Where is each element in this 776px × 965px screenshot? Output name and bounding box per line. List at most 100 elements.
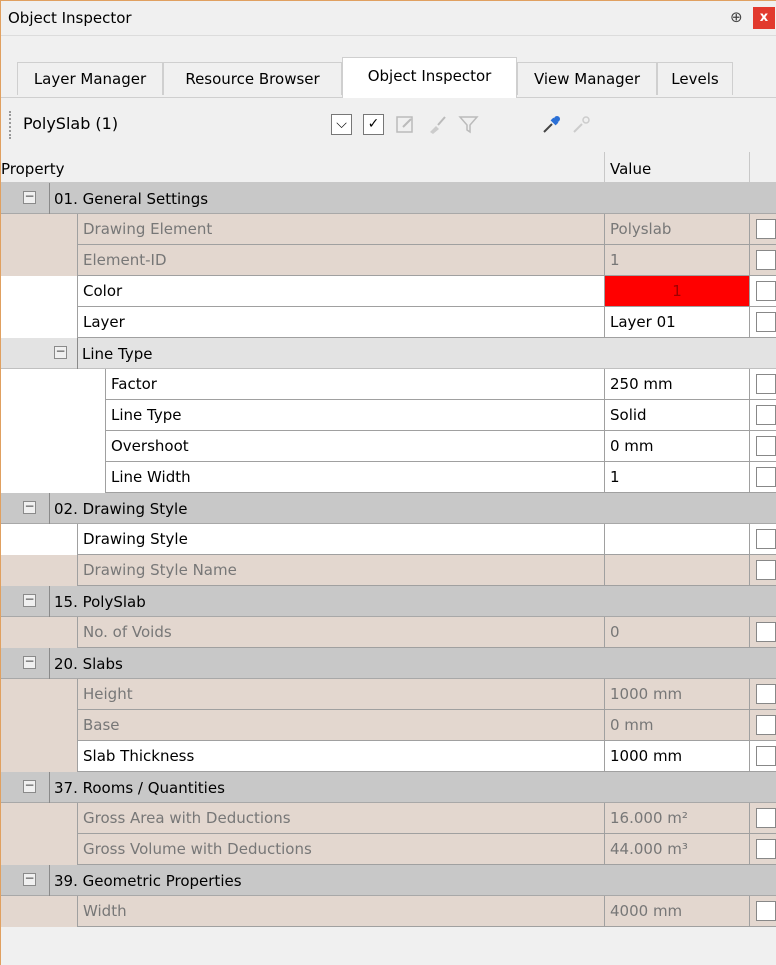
header-property[interactable]: Property	[1, 160, 64, 178]
collapse-icon[interactable]: −	[23, 500, 36, 514]
row-checkbox[interactable]	[749, 710, 776, 741]
row-checkbox[interactable]	[749, 276, 776, 307]
collapse-icon[interactable]: −	[23, 872, 36, 886]
row-checkbox[interactable]	[749, 741, 776, 772]
row-checkbox[interactable]	[749, 462, 776, 493]
collapse-icon[interactable]: −	[23, 593, 36, 607]
category-slabs[interactable]: − 20. Slabs	[1, 648, 776, 679]
category-geometric-properties[interactable]: − 39. Geometric Properties	[1, 865, 776, 896]
row-checkbox[interactable]	[749, 524, 776, 555]
tab-resource-browser[interactable]: Resource Browser	[163, 62, 342, 95]
row-element-id[interactable]: Element-ID 1	[1, 245, 776, 276]
row-gutter	[1, 369, 105, 400]
row-color[interactable]: Color 1	[1, 276, 776, 307]
edit-icon[interactable]	[395, 114, 416, 135]
tab-view-manager[interactable]: View Manager	[517, 62, 657, 95]
row-factor[interactable]: Factor 250 mm	[1, 369, 776, 400]
row-width[interactable]: Width 4000 mm	[1, 896, 776, 927]
row-checkbox[interactable]	[749, 431, 776, 462]
property-value[interactable]: Solid	[604, 400, 749, 431]
property-value: 0 mm	[604, 710, 749, 741]
property-value[interactable]	[604, 524, 749, 555]
collapse-icon[interactable]: −	[54, 345, 67, 359]
row-gross-volume[interactable]: Gross Volume with Deductions 44.000 m³	[1, 834, 776, 865]
tab-bar: Layer Manager Resource Browser Object In…	[1, 57, 776, 98]
row-gutter	[1, 524, 77, 555]
row-line-type[interactable]: Line Type Solid	[1, 400, 776, 431]
close-button[interactable]: x	[753, 7, 775, 29]
row-drawing-style[interactable]: Drawing Style	[1, 524, 776, 555]
window-title: Object Inspector	[8, 9, 132, 27]
row-checkbox[interactable]	[749, 245, 776, 276]
row-checkbox[interactable]	[749, 834, 776, 865]
category-polyslab[interactable]: − 15. PolySlab	[1, 586, 776, 617]
property-value[interactable]: Layer 01	[604, 307, 749, 338]
row-drawing-element[interactable]: Drawing Element Polyslab	[1, 214, 776, 245]
selection-title: PolySlab (1)	[23, 114, 119, 133]
row-no-of-voids[interactable]: No. of Voids 0	[1, 617, 776, 648]
row-checkbox[interactable]	[749, 803, 776, 834]
row-overshoot[interactable]: Overshoot 0 mm	[1, 431, 776, 462]
property-value	[604, 555, 749, 586]
row-gutter	[1, 555, 77, 586]
row-gutter	[1, 462, 105, 493]
category-general-settings[interactable]: − 01. General Settings	[1, 183, 776, 214]
color-value-swatch[interactable]: 1	[604, 276, 749, 307]
category-label: 15. PolySlab	[49, 586, 146, 617]
row-checkbox[interactable]	[749, 214, 776, 245]
tab-levels[interactable]: Levels	[657, 62, 733, 95]
tab-layer-manager[interactable]: Layer Manager	[17, 62, 163, 95]
property-name: Drawing Style Name	[77, 555, 604, 586]
row-slab-thickness[interactable]: Slab Thickness 1000 mm	[1, 741, 776, 772]
property-value: 16.000 m²	[604, 803, 749, 834]
row-gutter	[1, 245, 77, 276]
property-name: Line Type	[105, 400, 604, 431]
subcategory-line-type[interactable]: − Line Type	[1, 338, 776, 369]
property-value: 1	[604, 245, 749, 276]
row-checkbox[interactable]	[749, 617, 776, 648]
category-label: 37. Rooms / Quantities	[49, 772, 225, 803]
row-checkbox[interactable]	[749, 896, 776, 927]
property-name: Gross Area with Deductions	[77, 803, 604, 834]
row-gutter	[1, 307, 77, 338]
header-value[interactable]: Value	[604, 152, 749, 183]
row-gutter	[1, 400, 105, 431]
row-checkbox[interactable]	[749, 307, 776, 338]
row-gutter	[1, 741, 77, 772]
row-height[interactable]: Height 1000 mm	[1, 679, 776, 710]
row-drawing-style-name[interactable]: Drawing Style Name	[1, 555, 776, 586]
dropdown-button[interactable]: ⌵	[331, 114, 352, 135]
category-rooms-quantities[interactable]: − 37. Rooms / Quantities	[1, 772, 776, 803]
row-checkbox[interactable]	[749, 679, 776, 710]
row-base[interactable]: Base 0 mm	[1, 710, 776, 741]
eyedropper-icon[interactable]	[541, 114, 562, 135]
row-gross-area[interactable]: Gross Area with Deductions 16.000 m²	[1, 803, 776, 834]
row-layer[interactable]: Layer Layer 01	[1, 307, 776, 338]
property-value[interactable]: 1	[604, 462, 749, 493]
property-name: Drawing Element	[77, 214, 604, 245]
collapse-icon[interactable]: −	[23, 190, 36, 204]
object-inspector-window: Object Inspector ⊕ x Layer Manager Resou…	[0, 0, 776, 965]
header-extra	[749, 152, 776, 183]
eyedropper-disabled-icon[interactable]	[571, 114, 592, 135]
row-gutter	[1, 896, 77, 927]
category-drawing-style[interactable]: − 02. Drawing Style	[1, 493, 776, 524]
title-bar: Object Inspector ⊕ x	[1, 1, 776, 36]
row-line-width[interactable]: Line Width 1	[1, 462, 776, 493]
property-value[interactable]: 1000 mm	[604, 741, 749, 772]
brush-icon[interactable]	[427, 114, 448, 135]
filter-icon[interactable]	[458, 114, 479, 135]
property-value: 0	[604, 617, 749, 648]
collapse-icon[interactable]: −	[23, 655, 36, 669]
property-value[interactable]: 0 mm	[604, 431, 749, 462]
row-checkbox[interactable]	[749, 555, 776, 586]
toolbar-grip[interactable]	[9, 111, 14, 139]
property-value[interactable]: 250 mm	[604, 369, 749, 400]
pin-icon[interactable]: ⊕	[730, 8, 743, 26]
row-checkbox[interactable]	[749, 369, 776, 400]
tab-object-inspector[interactable]: Object Inspector	[342, 57, 517, 98]
checkbox-button[interactable]: ✓	[363, 114, 384, 135]
property-name: Base	[77, 710, 604, 741]
row-checkbox[interactable]	[749, 400, 776, 431]
collapse-icon[interactable]: −	[23, 779, 36, 793]
